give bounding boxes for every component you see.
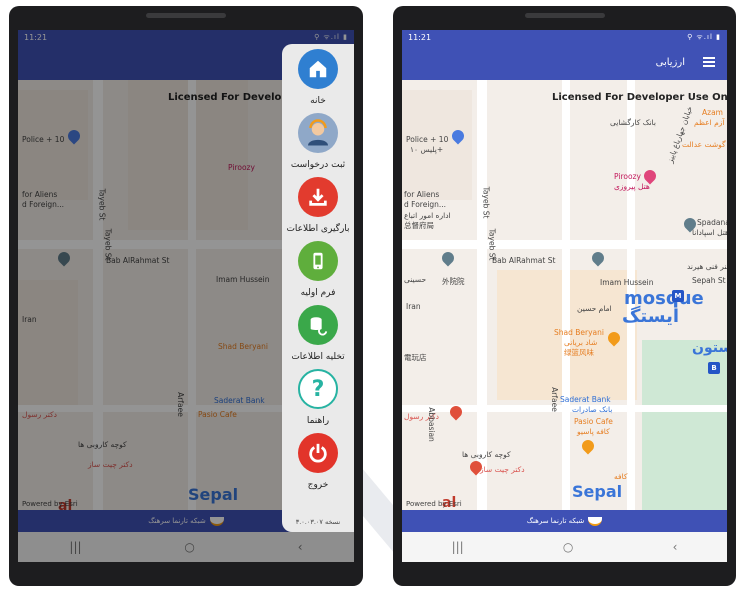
map-label: اداره امور اتباع xyxy=(404,211,451,220)
map-license-text: Licensed For Developer Use Only xyxy=(552,92,727,103)
support-agent-icon xyxy=(298,113,338,153)
station-label: ایستگ xyxy=(622,306,680,327)
menu-item-upload[interactable]: تخلیه اطلاعات xyxy=(291,305,345,362)
street-label: Sepah St xyxy=(692,276,726,285)
phone-speaker xyxy=(146,13,226,18)
map-label: Piroozy xyxy=(614,172,641,181)
menu-label: فرم اولیه xyxy=(300,288,336,298)
menu-item-home[interactable]: خانه xyxy=(298,49,338,106)
map-view[interactable]: Licensed For Developer Use Only Police +… xyxy=(402,80,727,510)
footer-brand: شبکه تارنما سرهنگ xyxy=(402,510,727,532)
map-label: کافه پاسیو xyxy=(577,427,610,436)
phone-speaker xyxy=(524,13,605,18)
menu-label: بارگیری اطلاعات xyxy=(286,224,350,234)
map-label: Spadana xyxy=(697,218,727,227)
map-label: Imam Hussein xyxy=(600,278,654,287)
menu-icon[interactable] xyxy=(703,57,715,67)
map-label: هنر فنی هیرند xyxy=(687,262,727,271)
menu-label: راهنما xyxy=(306,416,330,426)
street-label: خیابان جهارباغ پاییز xyxy=(665,104,695,165)
back-button[interactable]: ‹ xyxy=(673,540,678,554)
screen: 11:21 ⚲ ᯤ.ıl ▮ ارزیابی Licensed For Deve… xyxy=(402,30,727,562)
map-label: امام حسین xyxy=(577,304,612,313)
map-label: آزم اعظم xyxy=(694,118,725,127)
street-label: Arfaee xyxy=(549,387,559,412)
map-label: هتل اسپادانا xyxy=(692,228,727,237)
power-icon xyxy=(298,433,338,473)
map-label: بانک کارگشایی xyxy=(610,118,656,127)
recent-apps-button[interactable]: ||| xyxy=(452,540,464,554)
map-label: گوشت عدالت xyxy=(682,140,726,149)
map-label: Azam xyxy=(702,108,723,117)
map-label: کوچه کاروبی ها xyxy=(462,450,511,459)
navigation-drawer: خانه ثبت درخواست بارگیری اطلاعات فرم اول… xyxy=(282,44,354,532)
download-icon xyxy=(298,177,338,217)
map-label: d Foreign... xyxy=(404,200,447,209)
street-label: Tayeb St xyxy=(481,186,491,219)
status-time: 11:21 xyxy=(408,32,432,42)
map-label: بانک صادرات xyxy=(572,405,613,414)
android-nav-bar: ||| ○ ‹ xyxy=(402,532,727,562)
station-label: ایستون xyxy=(692,340,727,356)
menu-item-initial-form[interactable]: فرم اولیه xyxy=(298,241,338,298)
map-label: 绿篮风味 xyxy=(564,348,594,357)
menu-item-exit[interactable]: خروج xyxy=(298,433,338,490)
database-sync-icon xyxy=(297,305,338,345)
phone-drawer-open: 11:21 ⚲ ᯤ.ıl ▮ Licensed For Developer Us… xyxy=(9,6,363,586)
mosque-pin-icon[interactable] xyxy=(439,249,457,267)
screen: 11:21 ⚲ ᯤ.ıl ▮ Licensed For Developer Us… xyxy=(18,30,354,562)
street-label: Bab AlRahmat St xyxy=(492,256,556,265)
home-button[interactable]: ○ xyxy=(563,540,573,554)
cafe-pin-icon[interactable] xyxy=(579,437,597,455)
map-label: for Aliens xyxy=(404,190,440,199)
menu-item-download[interactable]: بارگیری اطلاعات xyxy=(286,177,350,234)
menu-label: خانه xyxy=(310,96,326,106)
brand-logo-icon xyxy=(588,516,603,526)
map-label: 電玩店 xyxy=(404,353,427,362)
version-label: نسخه ۳.۰.۰۳.۰۷ xyxy=(295,518,341,526)
esri-attribution: Powered by Esri xyxy=(406,500,462,508)
map-label: Saderat Bank xyxy=(560,395,611,404)
footer-text: شبکه تارنما سرهنگ xyxy=(526,517,585,525)
bus-stop-icon[interactable]: B xyxy=(708,362,720,374)
map-label: شاد بریانی xyxy=(564,338,598,347)
map-label: دکتر چیت ساز xyxy=(480,465,525,474)
map-label: Pasio Cafe xyxy=(574,417,613,426)
status-bar: 11:21 ⚲ ᯤ.ıl ▮ xyxy=(402,30,727,44)
map-label: هتل پیروزی xyxy=(614,182,650,191)
map-label: 总督府局 xyxy=(404,221,434,230)
map-label: Sepal xyxy=(572,482,623,501)
map-label: حسینی xyxy=(404,275,427,284)
home-icon xyxy=(298,49,338,89)
menu-label: خروج xyxy=(307,480,329,490)
map-label: Shad Beryani xyxy=(554,328,604,337)
map-label: Police + 10 xyxy=(406,135,449,144)
map-label: Iran xyxy=(406,302,421,311)
mosque-pin-icon[interactable] xyxy=(589,249,607,267)
help-icon: ? xyxy=(298,369,338,409)
app-bar: ارزیابی xyxy=(402,44,727,80)
app-title: ارزیابی xyxy=(655,56,685,68)
map-label: پلیس ۱۰+ xyxy=(410,145,444,154)
map-label: کافه xyxy=(614,472,628,481)
phone-map-view: 11:21 ⚲ ᯤ.ıl ▮ ارزیابی Licensed For Deve… xyxy=(393,6,736,586)
menu-item-request[interactable]: ثبت درخواست xyxy=(291,113,345,170)
mobile-form-icon xyxy=(298,241,338,281)
menu-label: ثبت درخواست xyxy=(290,160,346,170)
menu-label: تخلیه اطلاعات xyxy=(291,352,345,362)
map-label: 外院院 xyxy=(442,277,465,286)
menu-item-help[interactable]: ? راهنما xyxy=(298,369,338,426)
metro-station-icon[interactable]: M xyxy=(672,290,684,302)
street-label: Abbasian xyxy=(426,407,436,442)
status-icons: ⚲ ᯤ.ıl ▮ xyxy=(687,32,721,41)
